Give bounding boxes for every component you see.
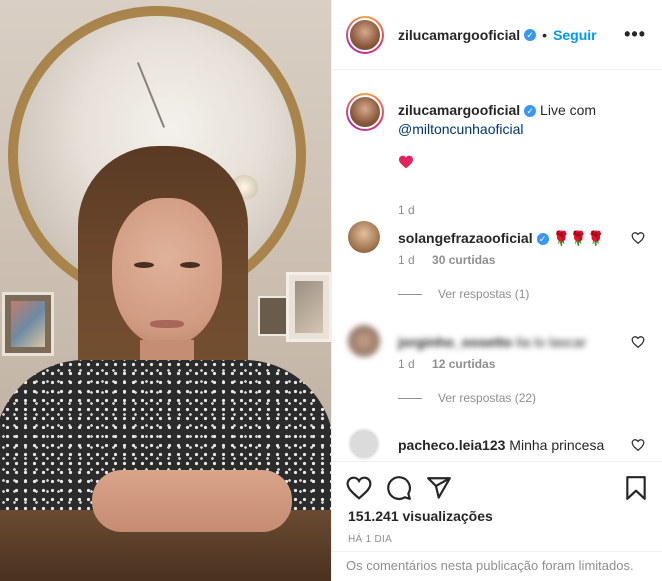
comment-likes[interactable]: 12 curtidas xyxy=(432,357,495,371)
verified-badge-icon: ✓ xyxy=(524,105,537,118)
like-comment-icon[interactable] xyxy=(631,438,645,452)
red-heart-icon xyxy=(399,155,413,169)
post-header: zilucamargooficial ✓ • Seguir ••• xyxy=(332,0,662,70)
commenter-avatar[interactable] xyxy=(348,325,380,357)
verified-badge-icon: ✓ xyxy=(524,28,537,41)
view-replies-button[interactable]: Ver respostas (22) xyxy=(398,391,536,405)
share-icon[interactable] xyxy=(426,475,452,501)
post-timestamp[interactable]: HÁ 1 DIA xyxy=(332,534,662,545)
like-comment-icon[interactable] xyxy=(631,231,645,245)
commenter-avatar[interactable] xyxy=(348,221,380,253)
comments-limited-notice: Os comentários nesta publicação foram li… xyxy=(332,551,662,581)
view-count[interactable]: 151.241 visualizações xyxy=(332,508,662,524)
like-icon[interactable] xyxy=(346,475,372,501)
separator-dot: • xyxy=(542,26,548,43)
photo-frame xyxy=(286,272,331,342)
caption-time: 1 d xyxy=(398,203,415,217)
post-media[interactable] xyxy=(0,0,331,581)
comment-item: jorginho_oosetto lia lo lascar 1 d 12 cu… xyxy=(346,323,649,413)
heart-emoji xyxy=(398,155,623,174)
view-replies-button[interactable]: Ver respostas (1) xyxy=(398,287,529,301)
comment-text: 🌹🌹🌹 xyxy=(552,230,605,246)
post-sidebar: zilucamargooficial ✓ • Seguir ••• ziluca… xyxy=(331,0,662,581)
comment-time: 1 d xyxy=(398,253,415,267)
post-actions: 151.241 visualizações HÁ 1 DIA Os coment… xyxy=(332,461,662,581)
comment-username[interactable]: jorginho_oosetto xyxy=(398,334,512,350)
comment-time: 1 d xyxy=(398,357,415,371)
author-username[interactable]: zilucamargooficial xyxy=(398,27,520,43)
folded-hands xyxy=(92,470,292,532)
author-avatar[interactable] xyxy=(346,15,384,54)
comments-list[interactable]: zilucamargooficial ✓ Live com @miltoncunh… xyxy=(332,71,662,461)
commenter-avatar[interactable] xyxy=(348,428,380,460)
caption-text: Live com xyxy=(536,102,597,118)
like-comment-icon[interactable] xyxy=(631,335,645,349)
author-avatar[interactable] xyxy=(346,93,384,131)
caption-username[interactable]: zilucamargooficial xyxy=(398,102,520,118)
mention-link[interactable]: @miltoncunhaoficial xyxy=(398,121,524,137)
caption: zilucamargooficial ✓ Live com @miltoncunh… xyxy=(346,91,649,217)
photo-frame xyxy=(2,292,54,356)
follow-button[interactable]: Seguir xyxy=(553,27,597,43)
comment-item: pacheco.leia123 Minha princesa xyxy=(346,426,649,461)
bookmark-icon[interactable] xyxy=(623,475,649,501)
comment-likes[interactable]: 30 curtidas xyxy=(432,253,495,267)
more-options-icon[interactable]: ••• xyxy=(624,24,646,45)
verified-badge-icon: ✓ xyxy=(536,233,549,246)
comment-username[interactable]: solangefrazaooficial xyxy=(398,230,533,246)
comment-text: lia lo lascar xyxy=(516,334,587,350)
comment-username[interactable]: pacheco.leia123 xyxy=(398,437,505,453)
comment-text: Minha princesa xyxy=(509,437,605,453)
comment-icon[interactable] xyxy=(386,475,412,501)
comment-item: solangefrazaooficial ✓ 🌹🌹🌹 1 d 30 curtida… xyxy=(346,219,649,309)
